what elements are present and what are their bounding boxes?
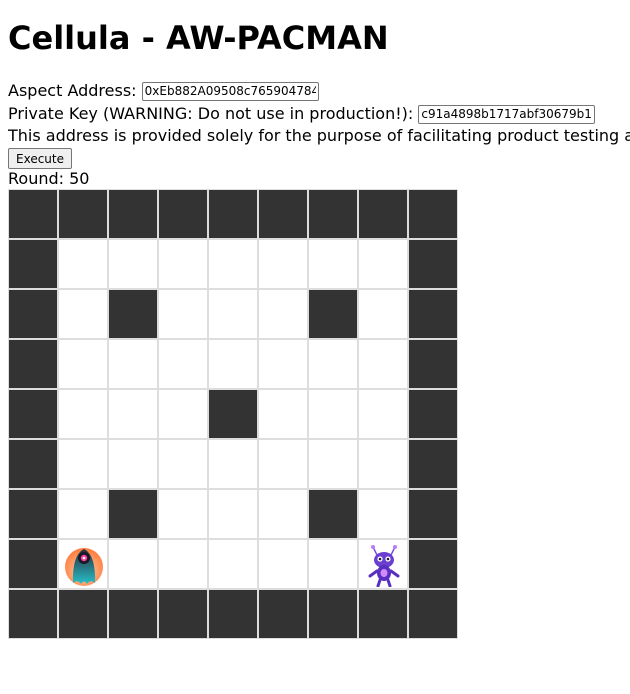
wall-cell [308,189,358,239]
floor-cell [108,439,158,489]
floor-cell [258,289,308,339]
floor-cell [158,289,208,339]
floor-cell [308,389,358,439]
wall-cell [8,389,58,439]
wall-cell [408,239,458,289]
floor-cell [208,439,258,489]
aspect-row: Aspect Address: [8,79,622,102]
floor-cell [308,239,358,289]
wall-cell [408,589,458,639]
floor-cell [358,239,408,289]
floor-cell [208,239,258,289]
wall-cell [108,489,158,539]
floor-cell [58,239,108,289]
wall-cell [58,589,108,639]
wall-cell [308,589,358,639]
floor-cell [158,239,208,289]
game-board [8,189,458,639]
execute-button[interactable]: Execute [8,148,72,169]
wall-cell [8,289,58,339]
wall-cell [308,489,358,539]
wall-cell [408,539,458,589]
wall-cell [8,589,58,639]
floor-cell [58,339,108,389]
floor-cell [158,539,208,589]
floor-cell [258,389,308,439]
floor-cell [258,239,308,289]
wall-cell [108,589,158,639]
private-key-label: Private Key (WARNING: Do not use in prod… [8,104,414,123]
floor-cell [208,539,258,589]
wall-cell [258,589,308,639]
wall-cell [8,439,58,489]
floor-cell [58,389,108,439]
floor-cell [258,339,308,389]
floor-cell [358,439,408,489]
floor-cell [358,389,408,439]
wall-cell [158,589,208,639]
floor-cell [158,339,208,389]
wall-cell [408,389,458,439]
floor-cell [358,339,408,389]
floor-cell [208,489,258,539]
wall-cell [8,539,58,589]
floor-cell [208,289,258,339]
wall-cell [308,289,358,339]
floor-cell [58,289,108,339]
page-title: Cellula - AW-PACMAN [8,19,389,57]
floor-cell [158,439,208,489]
floor-cell [308,439,358,489]
wall-cell [408,289,458,339]
wall-cell [8,489,58,539]
wall-cell [8,339,58,389]
wall-cell [8,239,58,289]
floor-cell [108,239,158,289]
floor-cell [108,539,158,589]
floor-cell [258,539,308,589]
wall-cell [258,189,308,239]
floor-cell [358,489,408,539]
aspect-address-label: Aspect Address: [8,81,137,100]
private-key-input[interactable] [418,104,596,124]
floor-cell [358,539,408,589]
wall-cell [158,189,208,239]
wall-cell [358,589,408,639]
wall-cell [408,489,458,539]
wall-cell [208,189,258,239]
floor-cell [258,489,308,539]
floor-cell [108,389,158,439]
wall-cell [408,439,458,489]
wall-cell [408,339,458,389]
wall-cell [358,189,408,239]
wall-cell [108,289,158,339]
wall-cell [208,589,258,639]
floor-cell [308,339,358,389]
floor-cell [308,539,358,589]
floor-cell [58,539,108,589]
floor-cell [58,439,108,489]
floor-cell [208,339,258,389]
floor-cell [158,489,208,539]
wall-cell [408,189,458,239]
floor-cell [158,389,208,439]
wall-cell [108,189,158,239]
wall-cell [208,389,258,439]
floor-cell [58,489,108,539]
private-key-row: Private Key (WARNING: Do not use in prod… [8,102,622,125]
floor-cell [258,439,308,489]
aspect-address-input[interactable] [141,81,319,101]
floor-cell [108,339,158,389]
testing-notice: This address is provided solely for the … [8,126,630,145]
wall-cell [58,189,108,239]
floor-cell [358,289,408,339]
round-counter: Round: 50 [8,169,90,188]
wall-cell [8,189,58,239]
